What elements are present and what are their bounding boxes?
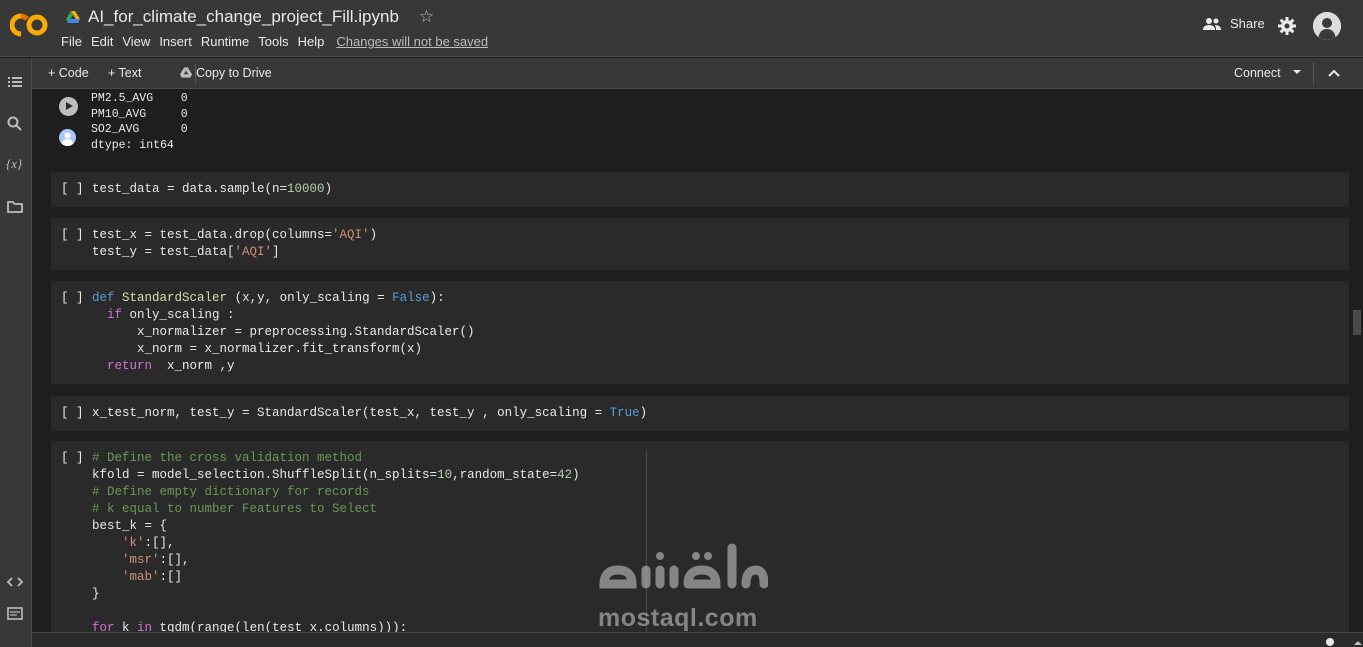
copy-to-drive-label: Copy to Drive [196, 66, 272, 80]
terminal-icon[interactable] [6, 604, 24, 622]
menu-file[interactable]: File [61, 34, 82, 49]
copy-to-drive-button[interactable]: Copy to Drive [180, 66, 272, 80]
left-sidebar: {x} [0, 58, 32, 647]
search-icon[interactable] [6, 115, 24, 133]
output-line: PM2.5_AVG 0 [91, 92, 188, 105]
star-icon[interactable]: ☆ [419, 7, 434, 27]
menu-bar: File Edit View Insert Runtime Tools Help… [61, 34, 497, 49]
code-cell[interactable]: [ ] test_x = test_data.drop(columns='AQI… [51, 218, 1349, 270]
gear-icon[interactable] [1278, 17, 1296, 35]
drive-icon [180, 67, 192, 78]
code-snippets-icon[interactable] [6, 573, 24, 591]
connect-dropdown-caret-icon[interactable] [1293, 70, 1301, 74]
cell-run-bracket[interactable]: [ ] [61, 451, 84, 465]
mostaql-watermark: mostaql.com [596, 540, 768, 635]
output-line: SO2_AVG 0 [91, 123, 188, 137]
cell-run-bracket[interactable]: [ ] [61, 228, 84, 242]
toolbar-divider-right [1313, 62, 1314, 84]
colab-logo[interactable] [10, 12, 48, 38]
run-cell-button[interactable] [59, 97, 78, 116]
status-caret-icon[interactable] [1354, 641, 1362, 645]
notebook-toolbar: + Code + Text Copy to Drive Connect [32, 58, 1363, 89]
cell-code[interactable]: # Define the cross validation method kfo… [92, 450, 580, 632]
share-label: Share [1230, 16, 1265, 31]
mostaql-arabic-logo [599, 543, 768, 589]
menu-help[interactable]: Help [298, 34, 325, 49]
share-button[interactable]: Share [1202, 16, 1265, 31]
menu-tools[interactable]: Tools [258, 34, 288, 49]
add-code-button[interactable]: + Code [48, 66, 89, 80]
code-cell[interactable]: [ ] test_data = data.sample(n=10000) [51, 172, 1349, 207]
variables-icon[interactable]: {x} [6, 156, 22, 172]
cell-run-bracket[interactable]: [ ] [61, 182, 84, 196]
output-line: dtype: int64 [91, 139, 174, 153]
status-indicator-icon[interactable] [1326, 638, 1334, 646]
mostaql-latin-text: mostaql.com [598, 604, 758, 632]
status-bar [32, 632, 1363, 647]
unsaved-notice-link[interactable]: Changes will not be saved [336, 34, 488, 49]
cell-run-bracket[interactable]: [ ] [61, 291, 84, 305]
output-user-icon [59, 129, 76, 146]
app-header: AI_for_climate_change_project_Fill.ipynb… [0, 0, 1363, 57]
people-icon [1203, 17, 1221, 30]
menu-runtime[interactable]: Runtime [201, 34, 249, 49]
cell-code[interactable]: test_x = test_data.drop(columns='AQI') t… [92, 227, 377, 261]
menu-view[interactable]: View [122, 34, 150, 49]
folder-icon[interactable] [6, 198, 24, 216]
cell-code[interactable]: x_test_norm, test_y = StandardScaler(tes… [92, 405, 647, 422]
cell-code[interactable]: def StandardScaler (x,y, only_scaling = … [92, 290, 475, 375]
avatar[interactable] [1313, 12, 1341, 40]
menu-insert[interactable]: Insert [159, 34, 192, 49]
scrollbar-thumb[interactable] [1353, 310, 1361, 335]
code-cell[interactable]: [ ] x_test_norm, test_y = StandardScaler… [51, 396, 1349, 431]
menu-edit[interactable]: Edit [91, 34, 113, 49]
notebook-title[interactable]: AI_for_climate_change_project_Fill.ipynb [88, 7, 399, 27]
output-line: PM10_AVG 0 [91, 107, 188, 121]
cell-output: PM2.5_AVG 0 PM10_AVG 0 SO2_AVG 0 dtype: int… [91, 91, 188, 154]
connect-button[interactable]: Connect [1234, 66, 1281, 80]
table-of-contents-icon[interactable] [6, 73, 24, 91]
cell-code[interactable]: test_data = data.sample(n=10000) [92, 181, 332, 198]
chevron-up-icon[interactable] [1326, 65, 1342, 81]
google-drive-icon [66, 11, 80, 23]
cell-run-bracket[interactable]: [ ] [61, 406, 84, 420]
add-text-button[interactable]: + Text [108, 66, 141, 80]
code-cell[interactable]: [ ] def StandardScaler (x,y, only_scalin… [51, 281, 1349, 384]
notebook-title-row: AI_for_climate_change_project_Fill.ipynb… [66, 7, 434, 27]
